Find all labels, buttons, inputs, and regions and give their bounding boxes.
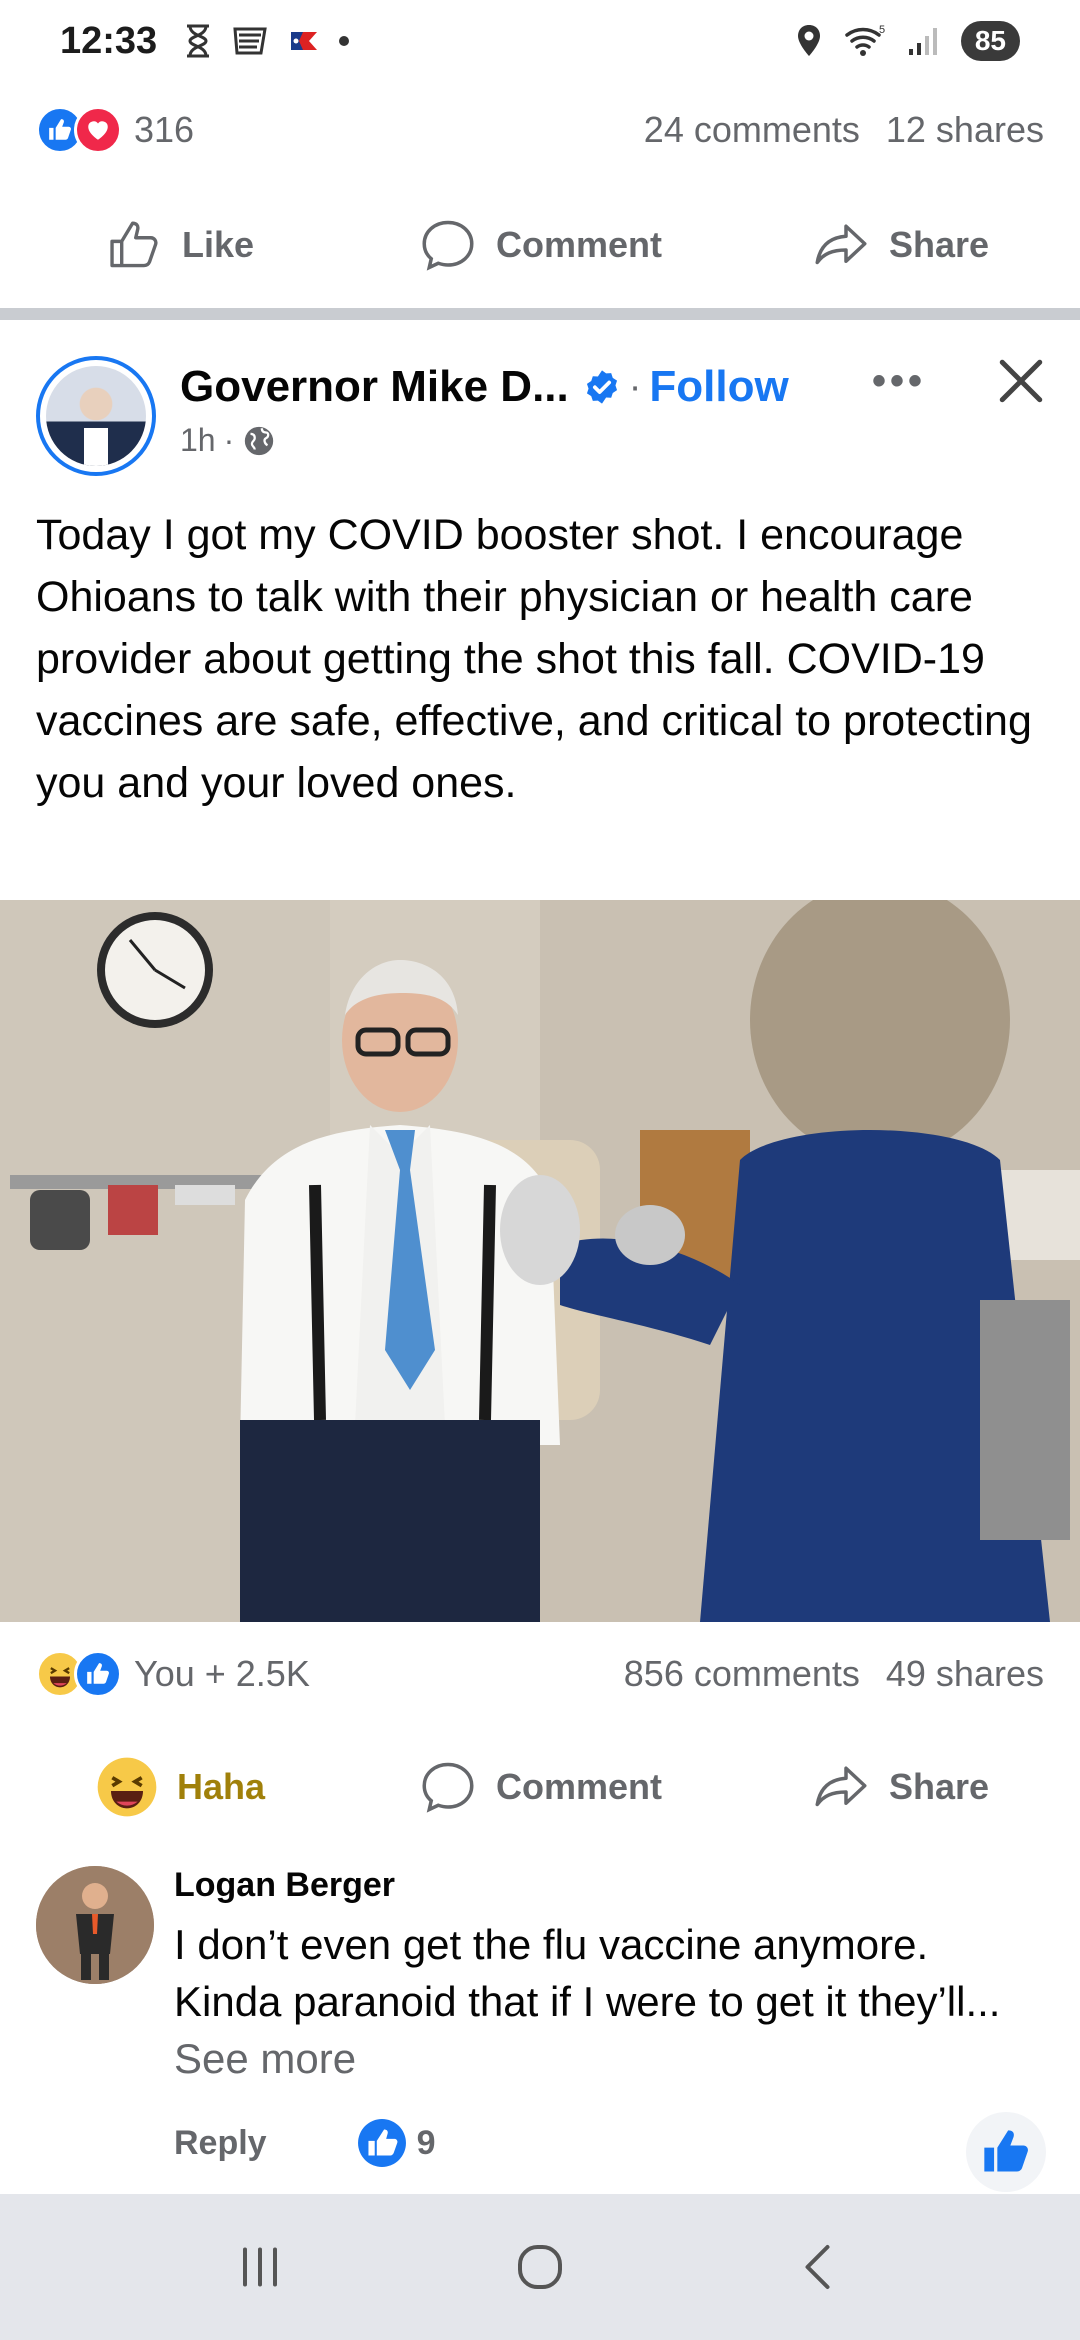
like-reaction-icon [74,1650,122,1698]
post-shares-count[interactable]: 49 shares [886,1653,1044,1695]
love-reaction-icon [74,106,122,154]
prev-post-like-button[interactable]: Like [0,216,360,274]
prev-post-comment-label: Comment [495,224,662,265]
like-reaction-icon [357,2119,406,2167]
system-nav-bar [0,2194,1080,2340]
post-action-row: Haha Comment Share [0,1732,1080,1842]
author-avatar[interactable] [36,356,156,476]
share-arrow-icon [815,1766,867,1807]
comment-bubble-icon [422,220,474,271]
name-separator: · [628,365,642,408]
feed-divider [0,308,1080,320]
status-bar: 12:33 5 85 [0,0,1080,82]
post-reaction-button[interactable]: Haha [0,1755,360,1819]
comment-body: I don’t even get the flu vaccine anymore… [174,1921,1001,2025]
post-text: Today I got my COVID booster shot. I enc… [36,511,1032,807]
author-avatar-image [46,366,146,466]
post-photo[interactable] [0,900,1080,1622]
thumbs-up-outline-icon [110,221,158,268]
post-reaction-label: Haha [176,1766,266,1807]
post-comments-count[interactable]: 856 comments [624,1653,860,1695]
battery-indicator: 85 [960,21,1020,61]
prev-post-stats: 316 24 comments 12 shares [0,82,1080,178]
post-reaction-summary[interactable]: You + 2.5K [134,1653,310,1695]
prev-post-reaction-count[interactable]: 316 [134,109,194,151]
thumbs-up-filled-icon [984,2130,1028,2172]
post-time[interactable]: 1h [180,422,216,459]
prev-post-shares-count[interactable]: 12 shares [886,109,1044,151]
status-notification-icons [183,24,351,58]
comment-text: I don’t even get the flu vaccine anymore… [174,1916,1044,2087]
prev-post-like-label: Like [181,224,255,265]
post-meta: 1h · [180,422,1046,459]
comment-like-count[interactable]: 9 [357,2118,436,2168]
reply-button[interactable]: Reply [174,2124,267,2163]
prev-post-share-label: Share [888,224,990,265]
recent-apps-icon[interactable] [230,2237,290,2297]
comment-like-button[interactable] [966,2112,1046,2192]
post-comment-label: Comment [495,1766,662,1807]
haha-emoji-icon [97,1757,157,1817]
status-system-icons: 5 85 [795,21,1020,61]
hourglass-icon [187,24,210,58]
home-icon[interactable] [510,2237,570,2297]
verified-badge-icon [586,370,617,404]
post-share-label: Share [888,1766,990,1807]
dot-icon [339,36,350,46]
prev-post-comments-count[interactable]: 24 comments [644,109,860,151]
ohio-flag-icon [291,32,318,50]
follow-button[interactable]: Follow [649,362,788,412]
post-header: Governor Mike D... · Follow 1h · ••• [36,356,1046,480]
comment-like-number: 9 [416,2123,436,2162]
post-stats: You + 2.5K 856 comments 49 shares [0,1626,1080,1722]
prev-post-reaction-icons[interactable] [36,106,122,154]
status-time: 12:33 [60,19,158,62]
commenter-avatar[interactable] [36,1866,154,1984]
svg-text:5: 5 [879,24,885,36]
back-icon[interactable] [790,2237,850,2297]
share-arrow-icon [815,224,867,265]
post-comment-button[interactable]: Comment [360,1757,720,1817]
prev-post-share-button[interactable]: Share [720,215,1080,275]
comment-bubble-icon [422,1762,474,1813]
author-name[interactable]: Governor Mike D... [180,362,569,412]
more-options-icon[interactable]: ••• [872,359,926,404]
post-share-button[interactable]: Share [720,1757,1080,1817]
close-icon[interactable] [996,356,1046,406]
prev-post-action-row: Like Comment Share [0,190,1080,300]
photo-scene [0,900,1080,1622]
see-more-link[interactable]: See more [174,2035,356,2082]
location-icon [797,25,820,56]
globe-icon [245,426,274,455]
post-reaction-icons[interactable] [36,1650,122,1698]
flag-app-icon [233,27,267,55]
commenter-avatar-image [36,1866,154,1984]
signal-icon [908,28,937,55]
meta-separator: · [223,422,235,458]
wifi-icon: 5 [845,24,885,56]
commenter-name[interactable]: Logan Berger [174,1866,1044,1916]
prev-post-comment-button[interactable]: Comment [360,215,720,275]
